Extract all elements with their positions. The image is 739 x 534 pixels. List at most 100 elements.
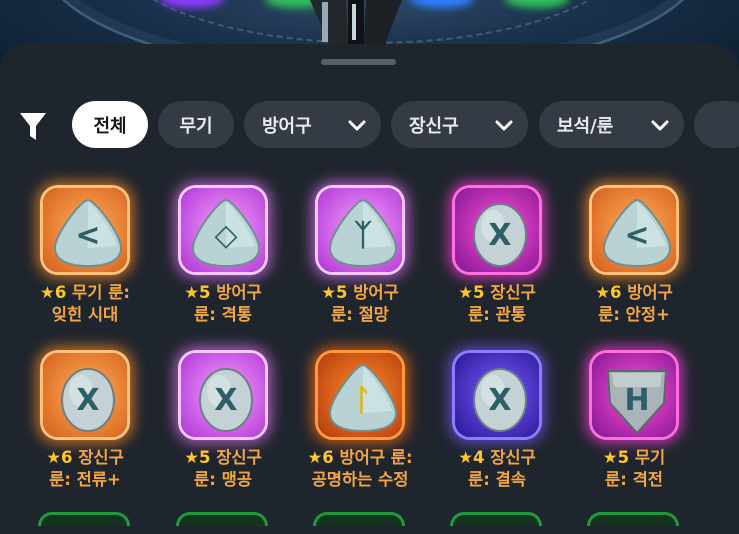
- rune-item-name: ★5 장신구룬: 관통: [427, 282, 567, 326]
- star-grade: ★6: [46, 448, 73, 467]
- rune-item[interactable]: < ★6 무기 룬: 잊힌 시대: [15, 185, 155, 335]
- rune-stone-icon: ◇: [181, 188, 265, 272]
- rune-item-name: ★6 무기 룬: 잊힌 시대: [15, 282, 155, 326]
- rune-item-frame: <: [40, 185, 130, 275]
- rune-item[interactable]: < ★6 방어구룬: 안정+: [564, 185, 704, 335]
- rune-item-frame: X: [452, 185, 542, 275]
- rune-item-name: ★5 장신구룬: 맹공: [153, 447, 293, 491]
- filter-chip-all[interactable]: 전체: [72, 101, 148, 148]
- rune-item-frame: ◇: [178, 185, 268, 275]
- rune-item-partial[interactable]: [38, 512, 130, 526]
- filter-chip-weapon[interactable]: 무기: [158, 101, 234, 148]
- rune-item-frame: X: [40, 350, 130, 440]
- rune-item[interactable]: X ★6 장신구룬: 전류+: [15, 350, 155, 500]
- filter-chip-label: 방어구: [262, 115, 312, 137]
- rune-name-line1: 방어구: [210, 283, 262, 302]
- rune-item-partial[interactable]: [176, 512, 268, 526]
- svg-text:X: X: [488, 383, 511, 418]
- rune-name-line2: 룬: 전류+: [49, 470, 121, 489]
- rune-item[interactable]: ᛚ ★6 방어구 룬: 공명하는 수정: [290, 350, 430, 500]
- rune-name-line1: 무기 룬:: [66, 283, 130, 302]
- star-grade: ★4: [458, 448, 485, 467]
- rune-stone-icon: <: [43, 188, 127, 272]
- filter-chip-label: 무기: [179, 115, 213, 137]
- rune-stone-icon: ᛉ: [318, 188, 402, 272]
- sheet-drag-handle[interactable]: [321, 59, 396, 65]
- rune-item-partial[interactable]: [450, 512, 542, 526]
- rune-name-line1: 장신구: [72, 448, 124, 467]
- star-grade: ★5: [458, 283, 485, 302]
- rune-item[interactable]: X ★5 장신구룬: 관통: [427, 185, 567, 335]
- star-grade: ★5: [184, 283, 211, 302]
- filter-chip-more[interactable]: [694, 101, 739, 148]
- svg-text:X: X: [488, 218, 511, 253]
- rune-item[interactable]: ᛉ ★5 방어구룬: 절망: [290, 185, 430, 335]
- rune-stone-icon: X: [181, 353, 265, 437]
- svg-text:<: <: [75, 218, 100, 253]
- rune-stone-icon: ᛚ: [318, 353, 402, 437]
- star-grade: ★5: [602, 448, 630, 467]
- chevron-down-icon: [495, 120, 513, 131]
- rune-name-line1: 무기: [629, 448, 666, 467]
- rune-item-partial[interactable]: [313, 512, 405, 526]
- rune-item-frame: ᛉ: [315, 185, 405, 275]
- rune-name-line2: 룬: 관통: [468, 305, 526, 324]
- rune-name-line2: 룬: 격전: [605, 470, 663, 489]
- rune-item-partial[interactable]: [587, 512, 679, 526]
- rune-name-line2: 룬: 격통: [194, 305, 252, 324]
- chevron-down-icon: [651, 120, 669, 131]
- filter-chip-label: 보석/룬: [557, 115, 614, 137]
- filter-icon[interactable]: [18, 110, 48, 142]
- filter-chip-label: 장신구: [409, 115, 459, 137]
- filter-dropdown-gem-rune[interactable]: 보석/룬: [539, 101, 684, 148]
- rune-name-line1: 장신구: [484, 283, 536, 302]
- rune-item-frame: <: [589, 185, 679, 275]
- rune-name-line1: 장신구: [210, 448, 262, 467]
- character-figure: [310, 0, 402, 46]
- star-grade: ★6: [40, 283, 67, 302]
- star-grade: ★6: [307, 448, 334, 467]
- rune-name-line2: 룬: 안정+: [598, 305, 670, 324]
- rune-name-line2: 공명하는 수정: [311, 470, 409, 489]
- rune-item-name: ★6 방어구룬: 안정+: [564, 282, 704, 326]
- rune-name-line1: 방어구 룬:: [333, 448, 413, 467]
- svg-text:ᛉ: ᛉ: [354, 218, 372, 253]
- rune-stone-icon: H: [592, 353, 676, 437]
- filter-chip-label: 전체: [93, 115, 127, 137]
- rune-item[interactable]: H ★5 무기룬: 격전: [564, 350, 704, 500]
- rune-item-frame: H: [589, 350, 679, 440]
- star-grade: ★5: [184, 448, 211, 467]
- rune-stone-icon: X: [455, 353, 539, 437]
- filter-dropdown-accessory[interactable]: 장신구: [391, 101, 528, 148]
- rune-item-frame: X: [452, 350, 542, 440]
- svg-text:X: X: [214, 383, 237, 418]
- rune-stone-icon: <: [592, 188, 676, 272]
- rune-item[interactable]: X ★4 장신구룬: 결속: [427, 350, 567, 500]
- rune-name-line2: 잊힌 시대: [51, 305, 119, 324]
- star-grade: ★6: [595, 283, 622, 302]
- chevron-down-icon: [348, 120, 366, 131]
- svg-text:<: <: [624, 218, 649, 253]
- svg-text:H: H: [624, 383, 649, 418]
- star-grade: ★5: [321, 283, 348, 302]
- rune-item-name: ★5 방어구룬: 절망: [290, 282, 430, 326]
- rune-name-line1: 장신구: [484, 448, 536, 467]
- rune-name-line1: 방어구: [621, 283, 673, 302]
- rune-item-name: ★6 방어구 룬: 공명하는 수정: [290, 447, 430, 491]
- rune-item-name: ★6 장신구룬: 전류+: [15, 447, 155, 491]
- rune-stone-icon: X: [43, 353, 127, 437]
- rune-item-name: ★5 무기룬: 격전: [564, 447, 704, 491]
- svg-text:ᛚ: ᛚ: [354, 383, 372, 418]
- rune-stone-icon: X: [455, 188, 539, 272]
- rune-name-line1: 방어구: [347, 283, 399, 302]
- rune-item-name: ★5 방어구룬: 격통: [153, 282, 293, 326]
- rune-name-line2: 룬: 결속: [468, 470, 526, 489]
- svg-text:X: X: [76, 383, 99, 418]
- svg-text:◇: ◇: [214, 218, 237, 253]
- filter-dropdown-armor[interactable]: 방어구: [244, 101, 381, 148]
- rune-name-line2: 룬: 절망: [331, 305, 389, 324]
- rune-name-line2: 룬: 맹공: [194, 470, 252, 489]
- rune-item[interactable]: ◇ ★5 방어구룬: 격통: [153, 185, 293, 335]
- rune-item-frame: X: [178, 350, 268, 440]
- rune-item[interactable]: X ★5 장신구룬: 맹공: [153, 350, 293, 500]
